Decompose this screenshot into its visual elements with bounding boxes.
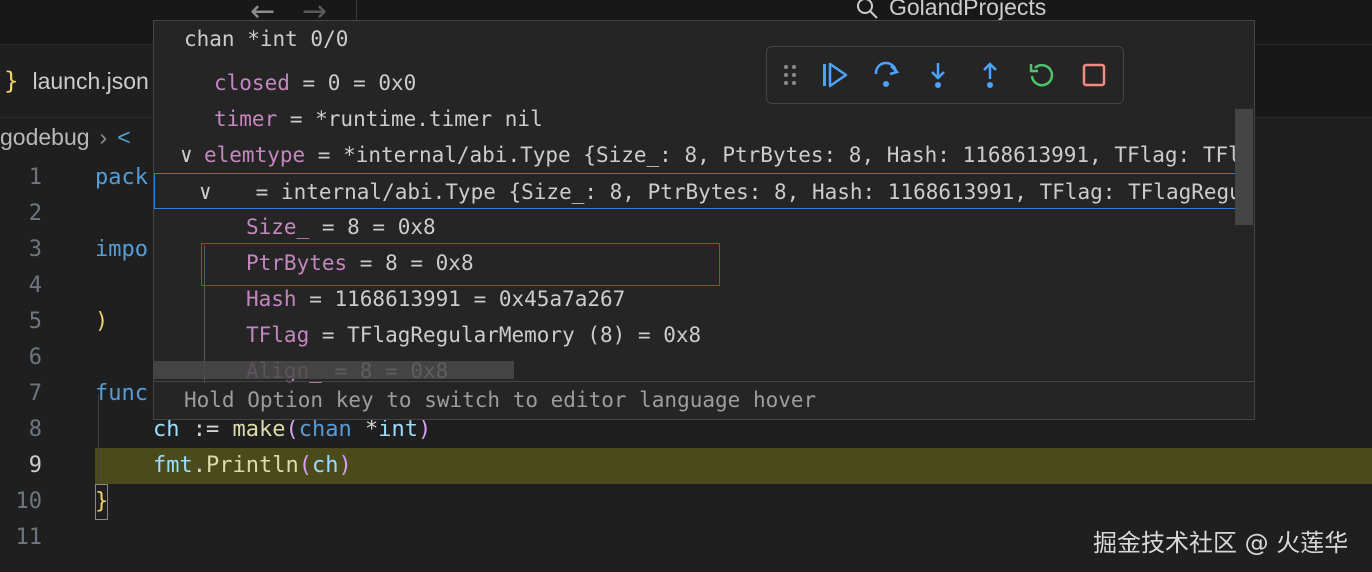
code-text: ) <box>95 309 109 334</box>
hover-status-bar: Hold Option key to switch to editor lang… <box>154 381 1254 419</box>
json-file-icon: } <box>4 67 19 95</box>
line-number: 4 <box>28 273 42 298</box>
breadcrumb: godebug › < <box>0 124 131 151</box>
line-number: 9 <box>28 453 42 478</box>
chevron-right-icon: › <box>99 124 108 150</box>
code-text: func <box>95 381 148 406</box>
search-icon <box>857 0 878 19</box>
code-text: pack <box>95 165 148 190</box>
continue-icon[interactable] <box>819 60 849 90</box>
code-line-current: 9 fmt.Println(ch) <box>0 448 1372 484</box>
variable-row[interactable]: Hash = 1168613991 = 0x45a7a267 <box>246 281 1236 317</box>
watermark: 掘金技术社区 @ 火莲华 <box>1093 529 1349 557</box>
variable-tree[interactable]: closed = 0 = 0x0 timer = *runtime.timer … <box>154 65 1236 383</box>
hover-type-header: chan *int 0/0 <box>184 27 349 51</box>
restart-icon[interactable] <box>1027 60 1057 90</box>
code-text: } <box>95 484 109 520</box>
line-number: 7 <box>28 381 42 406</box>
search-text: GolandProjects <box>889 0 1047 20</box>
line-number: 6 <box>28 345 42 370</box>
line-number: 3 <box>28 237 42 262</box>
stop-icon[interactable] <box>1079 60 1109 90</box>
variable-row[interactable]: Size_ = 8 = 0x8 <box>246 209 1236 245</box>
command-center-search[interactable]: GolandProjects <box>855 0 1046 21</box>
breadcrumb-symbol[interactable]: < <box>117 124 130 151</box>
hover-hint-text: Hold Option key to switch to editor lang… <box>184 388 817 412</box>
variable-row-expanded[interactable]: ∨ elemtype = *internal/abi.Type {Size_: 8… <box>180 137 1236 173</box>
chevron-down-icon: ∨ <box>180 143 193 167</box>
tab-launch-json[interactable]: } launch.json <box>0 45 154 117</box>
line-number: 8 <box>28 417 42 442</box>
variable-row[interactable]: timer = *runtime.timer nil <box>214 101 1236 137</box>
drag-handle-icon[interactable] <box>783 64 797 86</box>
indent-guide <box>98 394 99 484</box>
horizontal-scrollbar[interactable] <box>154 361 514 379</box>
step-over-icon[interactable] <box>871 60 901 90</box>
variable-row-selected[interactable]: ∨ = internal/abi.Type {Size_: 8, PtrByte… <box>154 173 1236 209</box>
variable-row[interactable]: TFlag = TFlagRegularMemory (8) = 0x8 <box>246 317 1236 353</box>
step-out-icon[interactable] <box>975 60 1005 90</box>
line-number: 1 <box>28 165 42 190</box>
code-text: fmt.Println(ch) <box>153 453 352 478</box>
line-number: 10 <box>15 489 43 514</box>
debug-toolbar <box>766 46 1124 104</box>
breadcrumb-folder[interactable]: godebug <box>0 124 90 151</box>
annotation-highlight-box <box>201 243 720 286</box>
vertical-scrollbar[interactable] <box>1235 109 1253 225</box>
line-number: 11 <box>15 525 43 550</box>
line-number: 2 <box>28 201 42 226</box>
code-text: impo <box>95 237 148 262</box>
step-into-icon[interactable] <box>923 60 953 90</box>
tab-label: launch.json <box>32 67 149 94</box>
chevron-down-icon: ∨ <box>199 180 212 204</box>
code-line: 10 } <box>0 484 1372 520</box>
line-number: 5 <box>28 309 42 334</box>
